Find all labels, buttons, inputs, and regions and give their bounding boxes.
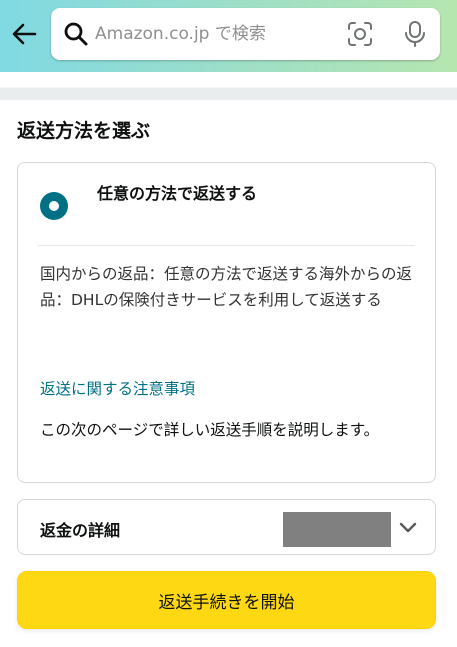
page-title: 返送方法を選ぶ: [17, 120, 151, 142]
return-method-card: 任意の方法で返送する 国内からの返品：任意の方法で返送する海外からの返品：DHL…: [17, 162, 436, 483]
return-notes-link[interactable]: 返送に関する注意事項: [40, 377, 195, 399]
search-icon[interactable]: [63, 21, 89, 47]
refund-details-label: 返金の詳細: [40, 521, 121, 540]
chevron-down-icon[interactable]: [398, 518, 418, 538]
start-return-button[interactable]: 返送手続きを開始: [17, 571, 436, 629]
header-divider-strip: [0, 72, 457, 100]
return-option-radio[interactable]: [40, 192, 68, 220]
search-box[interactable]: [51, 8, 440, 60]
radio-selected-dot: [49, 201, 59, 211]
microphone-icon[interactable]: [402, 20, 428, 48]
header-bar: [0, 0, 457, 72]
search-input[interactable]: [95, 17, 331, 51]
redacted-refund-amount: [283, 512, 391, 547]
card-divider: [38, 245, 415, 246]
return-option-label[interactable]: 任意の方法で返送する: [97, 181, 267, 206]
camera-icon[interactable]: [347, 21, 373, 47]
arrow-left-icon: [12, 23, 37, 45]
return-option-description: 国内からの返品：任意の方法で返送する海外からの返品：DHLの保険付きサービスを利…: [40, 265, 413, 309]
next-page-info: この次のページで詳しい返送手順を説明します。: [40, 421, 380, 439]
back-button[interactable]: [8, 18, 40, 50]
refund-details-row[interactable]: 返金の詳細: [17, 499, 436, 555]
